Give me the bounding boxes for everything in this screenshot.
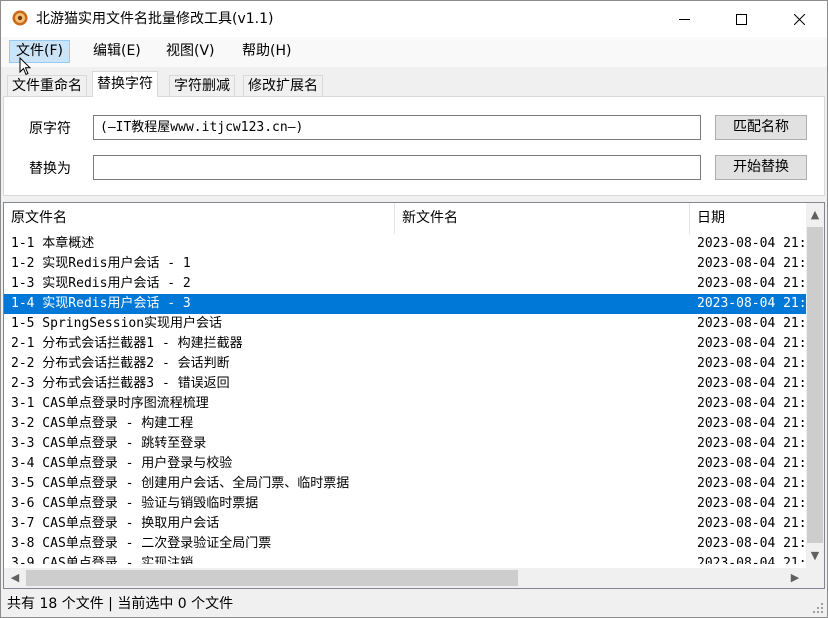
- status-bar: 共有 18 个文件 | 当前选中 0 个文件: [1, 591, 827, 617]
- close-icon: [793, 13, 805, 25]
- cell-original-name: 3-1 CAS单点登录时序图流程梳理: [11, 396, 209, 411]
- start-replace-button[interactable]: 开始替换: [715, 155, 807, 180]
- scroll-left-icon[interactable]: ◀: [6, 569, 24, 587]
- cell-date: 2023-08-04 21:3: [697, 236, 806, 251]
- cell-date: 2023-08-04 21:3: [697, 256, 806, 271]
- column-date[interactable]: 日期: [690, 203, 806, 234]
- table-row[interactable]: 3-4 CAS单点登录 - 用户登录与校验 2023-08-04 21:3: [4, 454, 806, 474]
- cell-original-name: 1-1 本章概述: [11, 236, 95, 251]
- table-row[interactable]: 3-9 CAS单点登录 - 实现注销 2023-08-04 21:3: [4, 554, 806, 564]
- menu-view[interactable]: 视图(V): [160, 41, 221, 62]
- cell-original-name: 3-9 CAS单点登录 - 实现注销: [11, 556, 194, 564]
- cat-app-icon: [12, 10, 28, 26]
- cell-date: 2023-08-04 21:3: [697, 316, 806, 331]
- cell-date: 2023-08-04 21:3: [697, 396, 806, 411]
- column-new-name[interactable]: 新文件名: [395, 203, 690, 234]
- menu-edit[interactable]: 编辑(E): [87, 41, 147, 62]
- tab-extension[interactable]: 修改扩展名: [243, 75, 323, 96]
- cell-date: 2023-08-04 21:3: [697, 556, 806, 564]
- cell-date: 2023-08-04 21:3: [697, 276, 806, 291]
- cell-original-name: 1-3 实现Redis用户会话 - 2: [11, 276, 191, 291]
- cell-date: 2023-08-04 21:3: [697, 356, 806, 371]
- table-row[interactable]: 3-5 CAS单点登录 - 创建用户会话、全局门票、临时票据 2023-08-04…: [4, 474, 806, 494]
- cell-original-name: 2-2 分布式会话拦截器2 - 会话判断: [11, 356, 230, 371]
- scroll-right-icon[interactable]: ▶: [786, 569, 804, 587]
- source-input[interactable]: (—IT教程屋www.itjcw123.cn—): [93, 115, 701, 140]
- list-header: 原文件名 新文件名 日期: [4, 203, 806, 234]
- scroll-up-icon[interactable]: ▲: [806, 206, 824, 224]
- cell-original-name: 2-3 分布式会话拦截器3 - 错误返回: [11, 376, 230, 391]
- table-row[interactable]: 3-3 CAS单点登录 - 跳转至登录 2023-08-04 21:3: [4, 434, 806, 454]
- column-original-name[interactable]: 原文件名: [4, 203, 395, 234]
- cell-date: 2023-08-04 21:3: [697, 516, 806, 531]
- minimize-button[interactable]: [661, 1, 707, 37]
- vertical-scrollbar[interactable]: ▲ ▼: [806, 203, 824, 568]
- list-rows: 1-1 本章概述 2023-08-04 21:3 1-2 实现Redis用户会话 -…: [4, 234, 806, 564]
- source-label: 原字符: [29, 121, 71, 137]
- cell-date: 2023-08-04 21:3: [697, 376, 806, 391]
- table-row[interactable]: 2-1 分布式会话拦截器1 - 构建拦截器 2023-08-04 21:3: [4, 334, 806, 354]
- window-title: 北游猫实用文件名批量修改工具(v1.1): [36, 11, 274, 27]
- cell-original-name: 3-4 CAS单点登录 - 用户登录与校验: [11, 456, 233, 471]
- menu-help[interactable]: 帮助(H): [236, 41, 297, 62]
- cell-original-name: 3-5 CAS单点登录 - 创建用户会话、全局门票、临时票据: [11, 476, 350, 491]
- table-row[interactable]: 1-1 本章概述 2023-08-04 21:3: [4, 234, 806, 254]
- table-row[interactable]: 3-1 CAS单点登录时序图流程梳理 2023-08-04 21:3: [4, 394, 806, 414]
- cell-date: 2023-08-04 21:3: [697, 416, 806, 431]
- table-row[interactable]: 1-5 SpringSession实现用户会话 2023-08-04 21:3: [4, 314, 806, 334]
- table-row[interactable]: 3-2 CAS单点登录 - 构建工程 2023-08-04 21:3: [4, 414, 806, 434]
- cell-date: 2023-08-04 21:3: [697, 536, 806, 551]
- scroll-down-icon[interactable]: ▼: [806, 547, 824, 565]
- cell-original-name: 3-7 CAS单点登录 - 换取用户会话: [11, 516, 220, 531]
- table-row[interactable]: 1-2 实现Redis用户会话 - 1 2023-08-04 21:3: [4, 254, 806, 274]
- minimize-icon: [678, 18, 690, 20]
- target-input[interactable]: [93, 155, 701, 180]
- cell-original-name: 2-1 分布式会话拦截器1 - 构建拦截器: [11, 336, 243, 351]
- cell-original-name: 1-4 实现Redis用户会话 - 3: [11, 296, 191, 311]
- resize-grip-icon[interactable]: [812, 602, 824, 614]
- close-button[interactable]: [776, 1, 822, 37]
- table-row[interactable]: 1-3 实现Redis用户会话 - 2 2023-08-04 21:3: [4, 274, 806, 294]
- vertical-scroll-thumb[interactable]: [807, 227, 823, 543]
- cell-date: 2023-08-04 21:3: [697, 436, 806, 451]
- cell-date: 2023-08-04 21:3: [697, 336, 806, 351]
- table-row[interactable]: 3-6 CAS单点登录 - 验证与销毁临时票据 2023-08-04 21:3: [4, 494, 806, 514]
- table-row[interactable]: 2-3 分布式会话拦截器3 - 错误返回 2023-08-04 21:3: [4, 374, 806, 394]
- target-label: 替换为: [29, 161, 71, 177]
- title-bar: 北游猫实用文件名批量修改工具(v1.1): [1, 1, 827, 37]
- app-window: 北游猫实用文件名批量修改工具(v1.1) 文件(F) 编辑(E) 视图(V) 帮…: [0, 0, 828, 618]
- cell-original-name: 3-6 CAS单点登录 - 验证与销毁临时票据: [11, 496, 259, 511]
- tab-strip: 文件重命名 替换字符 字符删减 修改扩展名: [1, 71, 827, 97]
- cell-original-name: 1-5 SpringSession实现用户会话: [11, 316, 223, 331]
- replace-panel: 原字符 (—IT教程屋www.itjcw123.cn—) 匹配名称 替换为 开始…: [3, 96, 825, 196]
- table-row[interactable]: 3-7 CAS单点登录 - 换取用户会话 2023-08-04 21:3: [4, 514, 806, 534]
- table-row[interactable]: 3-8 CAS单点登录 - 二次登录验证全局门票 2023-08-04 21:3: [4, 534, 806, 554]
- maximize-button[interactable]: [718, 1, 764, 37]
- maximize-icon: [735, 13, 747, 25]
- horizontal-scroll-thumb[interactable]: [26, 570, 518, 586]
- cell-date: 2023-08-04 21:3: [697, 296, 806, 311]
- cell-original-name: 3-8 CAS单点登录 - 二次登录验证全局门票: [11, 536, 272, 551]
- tab-replace[interactable]: 替换字符: [92, 71, 158, 97]
- table-row[interactable]: 1-4 实现Redis用户会话 - 3 2023-08-04 21:3: [4, 294, 806, 314]
- cell-date: 2023-08-04 21:3: [697, 456, 806, 471]
- mouse-cursor-icon: [19, 57, 31, 76]
- cell-original-name: 3-3 CAS单点登录 - 跳转至登录: [11, 436, 207, 451]
- tab-rename[interactable]: 文件重命名: [7, 75, 87, 96]
- horizontal-scrollbar[interactable]: ◀ ▶: [4, 568, 806, 588]
- match-name-button[interactable]: 匹配名称: [715, 115, 807, 140]
- table-row[interactable]: 2-2 分布式会话拦截器2 - 会话判断 2023-08-04 21:3: [4, 354, 806, 374]
- cell-original-name: 3-2 CAS单点登录 - 构建工程: [11, 416, 194, 431]
- cell-date: 2023-08-04 21:3: [697, 476, 806, 491]
- scrollbar-corner: [806, 568, 824, 588]
- tab-delete-chars[interactable]: 字符删减: [169, 75, 235, 96]
- menu-bar: 文件(F) 编辑(E) 视图(V) 帮助(H): [1, 37, 827, 67]
- file-list[interactable]: 原文件名 新文件名 日期 1-1 本章概述 2023-08-04 21:3 1-2 …: [3, 202, 825, 589]
- cell-original-name: 1-2 实现Redis用户会话 - 1: [11, 256, 191, 271]
- cell-date: 2023-08-04 21:3: [697, 496, 806, 511]
- status-text: 共有 18 个文件 | 当前选中 0 个文件: [7, 596, 234, 612]
